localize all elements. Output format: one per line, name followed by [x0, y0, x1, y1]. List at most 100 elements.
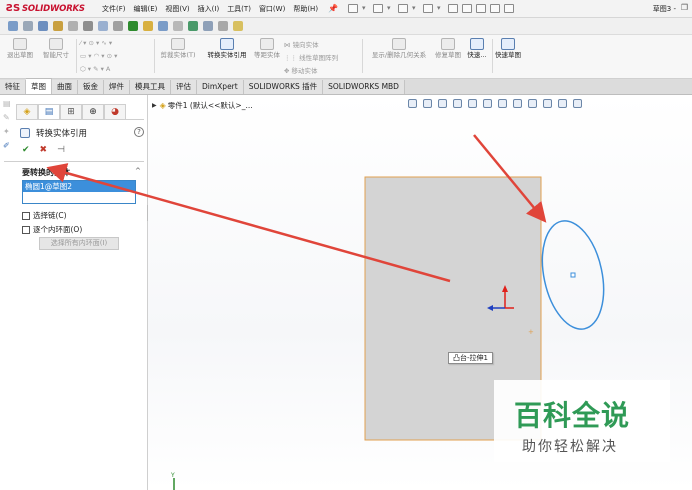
tab-weldments[interactable]: 焊件: [104, 80, 130, 94]
table-icon[interactable]: [68, 21, 78, 31]
move-entities-button[interactable]: ✥ 移动实体: [284, 65, 318, 75]
display-icon[interactable]: [113, 21, 123, 31]
open-icon[interactable]: [373, 4, 384, 13]
inner-loops-option[interactable]: 逐个内环面(O): [22, 224, 82, 235]
rapid-sketch-button[interactable]: 快速草图: [494, 38, 522, 59]
section-view-icon[interactable]: [453, 99, 462, 108]
dynamic-annotation-icon[interactable]: [468, 99, 477, 108]
pushpin-icon[interactable]: ⊣: [57, 145, 65, 155]
zoom-icon[interactable]: [158, 21, 168, 31]
cursor-icon[interactable]: ✦: [3, 127, 13, 137]
dimxpert-tab[interactable]: ⊕: [82, 104, 104, 119]
quick-snaps-button[interactable]: 快速...: [464, 38, 490, 59]
dropdown-arrow-icon[interactable]: ▾: [437, 4, 444, 13]
display-style-icon[interactable]: [498, 99, 507, 108]
save-icon[interactable]: [398, 4, 409, 13]
offset-entities-button[interactable]: 等距实体: [254, 38, 280, 59]
repair-sketch-button[interactable]: 修复草图: [434, 38, 462, 59]
rectangle-tools-icon[interactable]: ▭ ▾ ◠ ▾ ⊙ ▾: [80, 52, 117, 60]
dropdown-arrow-icon[interactable]: ▾: [412, 4, 419, 13]
line-tools-icon[interactable]: ⁄ ▾ ⊙ ▾ ∿ ▾: [80, 39, 112, 47]
tab-evaluate[interactable]: 评估: [171, 80, 197, 94]
menu-insert[interactable]: 插入(I): [198, 4, 220, 14]
view-triad-y-label: Y: [170, 472, 175, 479]
hide-show-items-icon[interactable]: [513, 99, 522, 108]
light-icon[interactable]: [143, 21, 153, 31]
pencil-icon[interactable]: ✐: [3, 141, 13, 151]
sketch-tool-icon[interactable]: [8, 21, 18, 31]
previous-view-icon[interactable]: [438, 99, 447, 108]
configuration-tab[interactable]: ⊞: [60, 104, 82, 119]
display-relations-button[interactable]: 显示/删除几何关系: [366, 38, 432, 59]
render-icon[interactable]: [98, 21, 108, 31]
select-all-inner-loops-button[interactable]: 选择所有内环面(I): [39, 237, 119, 250]
tab-mold-tools[interactable]: 模具工具: [130, 80, 171, 94]
zoom-to-area-icon[interactable]: [423, 99, 432, 108]
dropdown-arrow-icon[interactable]: ▾: [362, 4, 369, 13]
print-icon[interactable]: [423, 4, 434, 13]
edit-appearance-icon[interactable]: [528, 99, 537, 108]
apply-scene-icon[interactable]: [543, 99, 552, 108]
gear-icon[interactable]: [83, 21, 93, 31]
tab-addins[interactable]: SOLIDWORKS 插件: [243, 80, 324, 94]
measure-icon[interactable]: [173, 21, 183, 31]
view-settings-icon[interactable]: [558, 99, 567, 108]
tab-features[interactable]: 特征: [0, 80, 26, 94]
pin-menu-icon[interactable]: 📌: [328, 4, 338, 13]
property-manager-tab[interactable]: ▤: [38, 104, 60, 119]
note-icon[interactable]: [233, 21, 243, 31]
sketch-icon[interactable]: ✎: [3, 113, 13, 123]
collapse-section-icon[interactable]: ^: [135, 167, 141, 175]
mirror-entities-button[interactable]: ⋈ 镜向实体: [284, 39, 319, 49]
smart-dimension-button[interactable]: 智能尺寸: [38, 38, 74, 59]
undo-icon[interactable]: [448, 4, 459, 13]
menu-file[interactable]: 文件(F): [102, 4, 126, 14]
ok-check-icon[interactable]: ✔: [22, 145, 30, 155]
menu-window[interactable]: 窗口(W): [259, 4, 285, 14]
tab-sheet-metal[interactable]: 钣金: [78, 80, 104, 94]
expand-arrow-icon[interactable]: ▶: [152, 102, 157, 109]
file-properties-icon[interactable]: [490, 4, 501, 13]
select-chain-checkbox[interactable]: [22, 211, 30, 220]
tab-sketch[interactable]: 草图: [26, 78, 52, 94]
display-pane-icon[interactable]: [218, 21, 228, 31]
section-icon[interactable]: [203, 21, 213, 31]
line-tool-icon[interactable]: [23, 21, 33, 31]
view-orientation-icon[interactable]: [38, 21, 48, 31]
polygon-tools-icon[interactable]: ⬡ ▾ ✎ ▾ A: [80, 65, 110, 73]
exit-sketch-button[interactable]: 退出草图: [4, 38, 36, 59]
camera-icon[interactable]: [188, 21, 198, 31]
ellipse-center-point[interactable]: [570, 272, 576, 278]
zoom-to-fit-icon[interactable]: [408, 99, 417, 108]
tab-dimxpert[interactable]: DimXpert: [197, 80, 244, 94]
tab-mbd[interactable]: SOLIDWORKS MBD: [323, 80, 405, 94]
options-gear-icon[interactable]: [504, 4, 515, 13]
appearance-icon[interactable]: [128, 21, 138, 31]
inner-loops-checkbox[interactable]: [22, 225, 30, 234]
select-chain-option[interactable]: 选择链(C): [22, 210, 67, 221]
menu-tools[interactable]: 工具(T): [227, 4, 251, 14]
entities-selection-box[interactable]: 椭圆1@草图2: [22, 180, 136, 204]
assembly-icon[interactable]: [53, 21, 63, 31]
new-document-icon[interactable]: [348, 4, 359, 13]
rebuild-icon[interactable]: [476, 4, 487, 13]
convert-entities-button[interactable]: 转换实体引用: [202, 38, 252, 59]
menu-view[interactable]: 视图(V): [165, 4, 189, 14]
feature-tree-tab[interactable]: ◈: [16, 104, 38, 119]
feature-manager-icon[interactable]: ▤: [3, 99, 13, 109]
window-restore-icon[interactable]: ❐: [681, 3, 688, 12]
view-orientation-icon[interactable]: [483, 99, 492, 108]
help-button[interactable]: ?: [134, 127, 144, 137]
feature-tree-flyout[interactable]: ▶ ◈ 零件1 (默认<<默认>_...: [152, 100, 253, 111]
cancel-x-icon[interactable]: ✖: [40, 145, 48, 155]
tab-surfaces[interactable]: 曲面: [52, 80, 78, 94]
dropdown-arrow-icon[interactable]: ▾: [387, 4, 394, 13]
trim-entities-button[interactable]: 剪裁实体(T): [158, 38, 198, 59]
monitor-icon[interactable]: [573, 99, 582, 108]
linear-pattern-button[interactable]: ⋮⋮ 线性草图阵列: [284, 52, 338, 62]
display-manager-tab[interactable]: ◕: [104, 104, 126, 119]
select-icon[interactable]: [462, 4, 473, 13]
menu-help[interactable]: 帮助(H): [293, 4, 318, 14]
menu-edit[interactable]: 编辑(E): [134, 4, 158, 14]
solidworks-logo[interactable]: ƧS SOLIDWORKS: [6, 3, 92, 14]
